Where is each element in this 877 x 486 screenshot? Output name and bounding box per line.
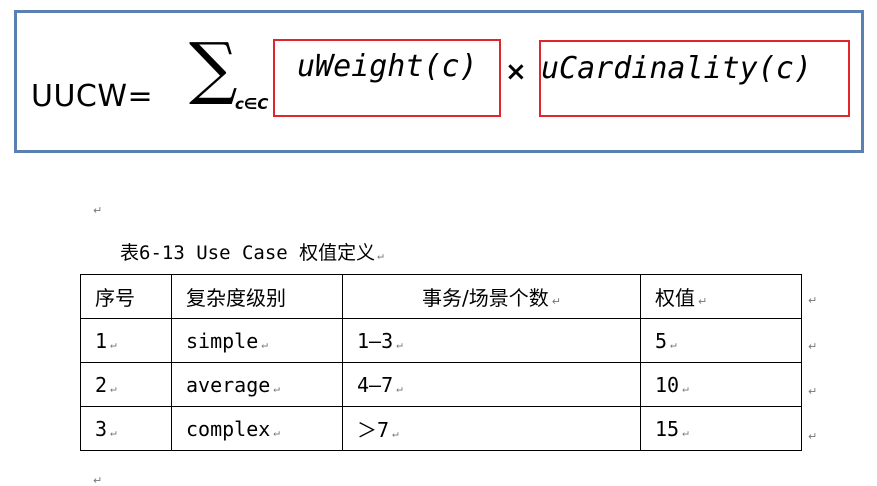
header-cell-weight: 权值 ↵ — [640, 274, 802, 319]
table-caption-text: 表6-13 Use Case 权值定义 — [120, 242, 376, 264]
paragraph-mark: ↵ — [808, 385, 818, 398]
table-cell: simple ↵ — [171, 318, 343, 363]
paragraph-mark: ↵ — [93, 204, 103, 217]
table-cell: 10 ↵ — [640, 362, 802, 407]
table-cell: 3 ↵ — [80, 406, 172, 451]
paragraph-mark: ↵ — [808, 294, 818, 307]
paragraph-mark: ↵ — [808, 340, 818, 353]
formula-term-weight: uWeight(c) — [297, 49, 478, 84]
summation-symbol: ∑ — [189, 29, 238, 108]
table-cell: ＞7 ↵ — [342, 406, 641, 451]
document-page: UUCW= ∑ c∈C uWeight(c) × uCardinality(c)… — [0, 0, 877, 486]
table-cell: 1 ↵ — [80, 318, 172, 363]
paragraph-mark: ↵ — [93, 474, 103, 486]
table-cell: 5 ↵ — [640, 318, 802, 363]
summation-subscript: c∈C — [235, 95, 269, 113]
formula-label: UUCW= — [31, 79, 154, 114]
table-row: 3 ↵ complex ↵ ＞7 ↵ 15 ↵ — [80, 406, 802, 451]
header-cell-transactions: 事务/场景个数 ↵ — [342, 274, 641, 319]
table-cell: complex ↵ — [171, 406, 343, 451]
table-cell: average ↵ — [171, 362, 343, 407]
paragraph-mark: ↵ — [377, 249, 384, 262]
table-cell: 1—3 ↵ — [342, 318, 641, 363]
table-row: 1 ↵ simple ↵ 1—3 ↵ 5 ↵ — [80, 318, 802, 363]
weight-table: 序号 复杂度级别 事务/场景个数 ↵ 权值 ↵ 1 ↵ simple ↵ 1—3 ↵ 5 ↵… — [80, 274, 802, 451]
formula-term-cardinality: uCardinality(c) — [541, 51, 812, 86]
table-row: 2 ↵ average ↵ 4—7 ↵ 10 ↵ — [80, 362, 802, 407]
multiply-operator: × — [505, 57, 527, 87]
header-cell-complexity: 复杂度级别 — [171, 274, 343, 319]
table-cell: 15 ↵ — [640, 406, 802, 451]
table-caption: 表6-13 Use Case 权值定义 ↵ — [120, 238, 384, 265]
table-cell: 2 ↵ — [80, 362, 172, 407]
formula-box: UUCW= ∑ c∈C uWeight(c) × uCardinality(c) — [14, 10, 864, 153]
table-cell: 4—7 ↵ — [342, 362, 641, 407]
paragraph-mark: ↵ — [808, 430, 818, 443]
header-cell-index: 序号 — [80, 274, 172, 319]
table-header-row: 序号 复杂度级别 事务/场景个数 ↵ 权值 ↵ — [80, 274, 802, 319]
